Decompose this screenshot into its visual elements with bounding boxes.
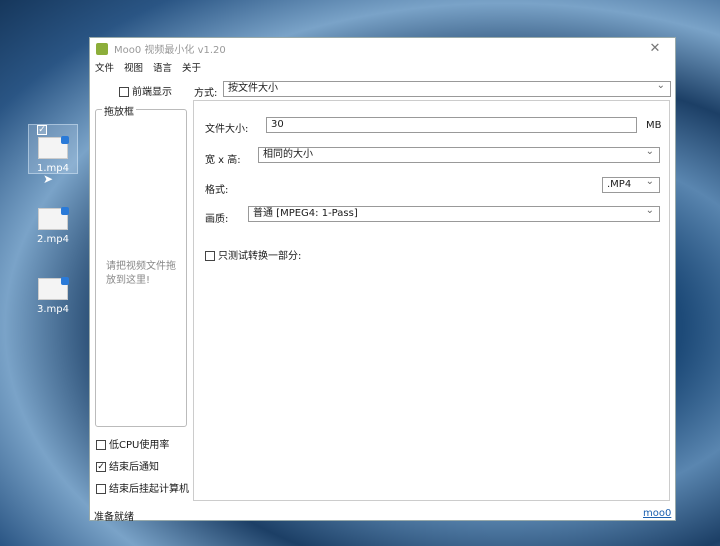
app-window: Moo0 视频最小化 v1.20 ✕ 文件 视图 语言 关于 前端显示 方式: … xyxy=(89,37,676,523)
desktop-icon-2[interactable]: 2.mp4 xyxy=(28,207,78,245)
desktop-icon-1[interactable]: ✓ 1.mp4 xyxy=(28,124,78,174)
quality-select[interactable]: 普通 [MPEG4: 1-Pass] xyxy=(248,204,660,222)
icon-label: 3.mp4 xyxy=(37,304,69,315)
drop-box[interactable]: 拖放框 请把视频文件拖放到这里! xyxy=(95,103,187,427)
format-label: 格式: xyxy=(205,185,229,196)
menu-language[interactable]: 语言 xyxy=(153,60,172,74)
file-size-unit: MB xyxy=(646,120,662,131)
desktop-icon-3[interactable]: 3.mp4 xyxy=(28,277,78,315)
drop-box-hint: 请把视频文件拖放到这里! xyxy=(106,261,176,286)
app-icon xyxy=(96,42,108,55)
mouse-cursor-icon: ➤ xyxy=(43,172,54,186)
title-bar: Moo0 视频最小化 v1.20 ✕ xyxy=(90,38,675,59)
icon-label: 2.mp4 xyxy=(37,234,69,245)
menu-view[interactable]: 视图 xyxy=(124,60,143,74)
dimensions-select[interactable]: 相同的大小 xyxy=(258,145,660,163)
window-title: Moo0 视频最小化 v1.20 xyxy=(114,45,226,56)
video-file-icon xyxy=(38,136,69,159)
notify-checkbox[interactable]: ✓ 结束后通知 xyxy=(96,458,159,473)
menu-file[interactable]: 文件 xyxy=(95,60,114,74)
dimensions-label: 宽 x 高: xyxy=(205,155,241,166)
file-size-input[interactable]: 30 xyxy=(266,117,637,133)
video-file-icon xyxy=(38,277,69,300)
test-part-checkbox[interactable]: 只测试转换一部分: xyxy=(205,247,301,262)
menu-about[interactable]: 关于 xyxy=(182,60,201,74)
video-file-icon xyxy=(38,207,69,230)
file-size-label: 文件大小: xyxy=(205,124,249,135)
format-select[interactable]: .MP4 xyxy=(602,175,660,193)
quality-label: 画质: xyxy=(205,214,229,225)
method-select[interactable]: 按文件大小 xyxy=(223,79,671,97)
low-cpu-checkbox[interactable]: 低CPU使用率 xyxy=(96,436,169,451)
moo0-link[interactable]: moo0 xyxy=(643,508,671,519)
settings-panel: 文件大小: 30 MB 宽 x 高: 相同的大小 格式: .MP4 画质: 普通… xyxy=(193,100,670,501)
method-label: 方式: xyxy=(194,88,218,99)
status-text: 准备就绪 xyxy=(94,512,134,523)
front-display-checkbox[interactable]: 前端显示 xyxy=(119,83,172,98)
menu-bar: 文件 视图 语言 关于 xyxy=(90,59,675,74)
close-button[interactable]: ✕ xyxy=(635,41,675,56)
drop-box-title: 拖放框 xyxy=(102,103,136,118)
select-checkbox[interactable]: ✓ xyxy=(37,125,47,135)
suspend-checkbox[interactable]: 结束后挂起计算机 xyxy=(96,480,189,495)
